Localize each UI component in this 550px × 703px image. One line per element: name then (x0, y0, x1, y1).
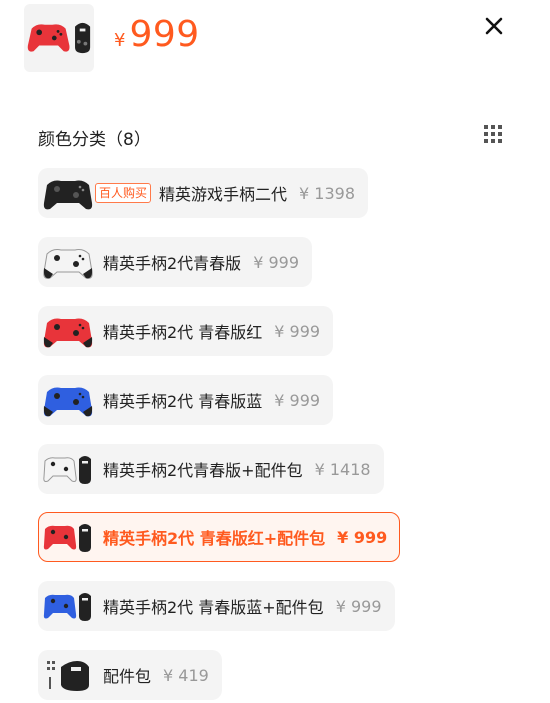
variant-price: ¥ 999 (335, 596, 382, 616)
blue-controller-image (43, 387, 93, 417)
variant-image (43, 240, 93, 284)
variant-price: ¥ 1398 (299, 183, 356, 203)
variant-image (43, 584, 93, 628)
variant-option[interactable]: 精英手柄2代 青春版蓝 ¥ 999 (38, 375, 334, 425)
variant-price: ¥ 999 (337, 527, 388, 547)
accessory-case-image (47, 661, 89, 691)
variant-option[interactable]: 百人购买 精英游戏手柄二代 ¥ 1398 (38, 168, 369, 218)
black-controller-image (43, 180, 93, 210)
variant-option[interactable]: 精英手柄2代青春版+配件包 ¥ 1418 (38, 444, 384, 494)
variant-name: 精英手柄2代 青春版蓝+配件包 (103, 598, 324, 617)
variant-image (43, 653, 93, 697)
variant-option[interactable]: 配件包 ¥ 419 (38, 650, 222, 700)
variant-name: 精英手柄2代 青春版红 (103, 323, 263, 342)
variant-price: ¥ 999 (274, 321, 321, 341)
variant-image (43, 447, 93, 491)
red-controller-with-case-image (27, 22, 91, 54)
variant-name: 精英手柄2代 青春版蓝 (103, 392, 263, 411)
variant-image (43, 378, 93, 422)
selected-price: ¥ 999 (114, 14, 200, 55)
variant-option[interactable]: 精英手柄2代 青春版蓝+配件包 ¥ 999 (38, 581, 395, 631)
variant-image (43, 171, 93, 215)
price-value: 999 (129, 14, 200, 55)
close-icon (485, 17, 503, 35)
variant-image (43, 515, 93, 559)
white-controller-with-case-image (43, 456, 91, 484)
variant-price: ¥ 419 (163, 665, 209, 685)
grid-view-toggle[interactable] (481, 122, 505, 146)
variant-name: 精英手柄2代青春版+配件包 (103, 461, 303, 480)
variant-price: ¥ 999 (253, 252, 299, 272)
red-controller-image (43, 318, 93, 348)
variant-price: ¥ 999 (274, 390, 321, 410)
close-button[interactable] (482, 14, 506, 38)
variant-option[interactable]: 精英手柄2代 青春版红 ¥ 999 (38, 306, 334, 356)
red-controller-with-case-image (43, 524, 91, 552)
product-thumbnail[interactable] (24, 4, 94, 72)
variant-name: 精英手柄2代 青春版红+配件包 (103, 529, 326, 548)
variant-price: ¥ 1418 (314, 459, 371, 479)
variant-option-selected[interactable]: 精英手柄2代 青春版红+配件包 ¥ 999 (38, 512, 401, 562)
variant-option[interactable]: 精英手柄2代青春版 ¥ 999 (38, 237, 312, 287)
price-currency: ¥ (114, 30, 126, 51)
variant-image (43, 309, 93, 353)
variant-name: 精英手柄2代青春版 (103, 254, 242, 273)
grid-icon (484, 125, 502, 143)
blue-controller-with-case-image (43, 593, 91, 621)
variant-name: 精英游戏手柄二代 (159, 185, 288, 204)
white-controller-image (43, 249, 93, 279)
section-title: 颜色分类（8） (38, 130, 151, 150)
popular-badge: 百人购买 (95, 183, 152, 203)
variant-name: 配件包 (103, 667, 152, 686)
